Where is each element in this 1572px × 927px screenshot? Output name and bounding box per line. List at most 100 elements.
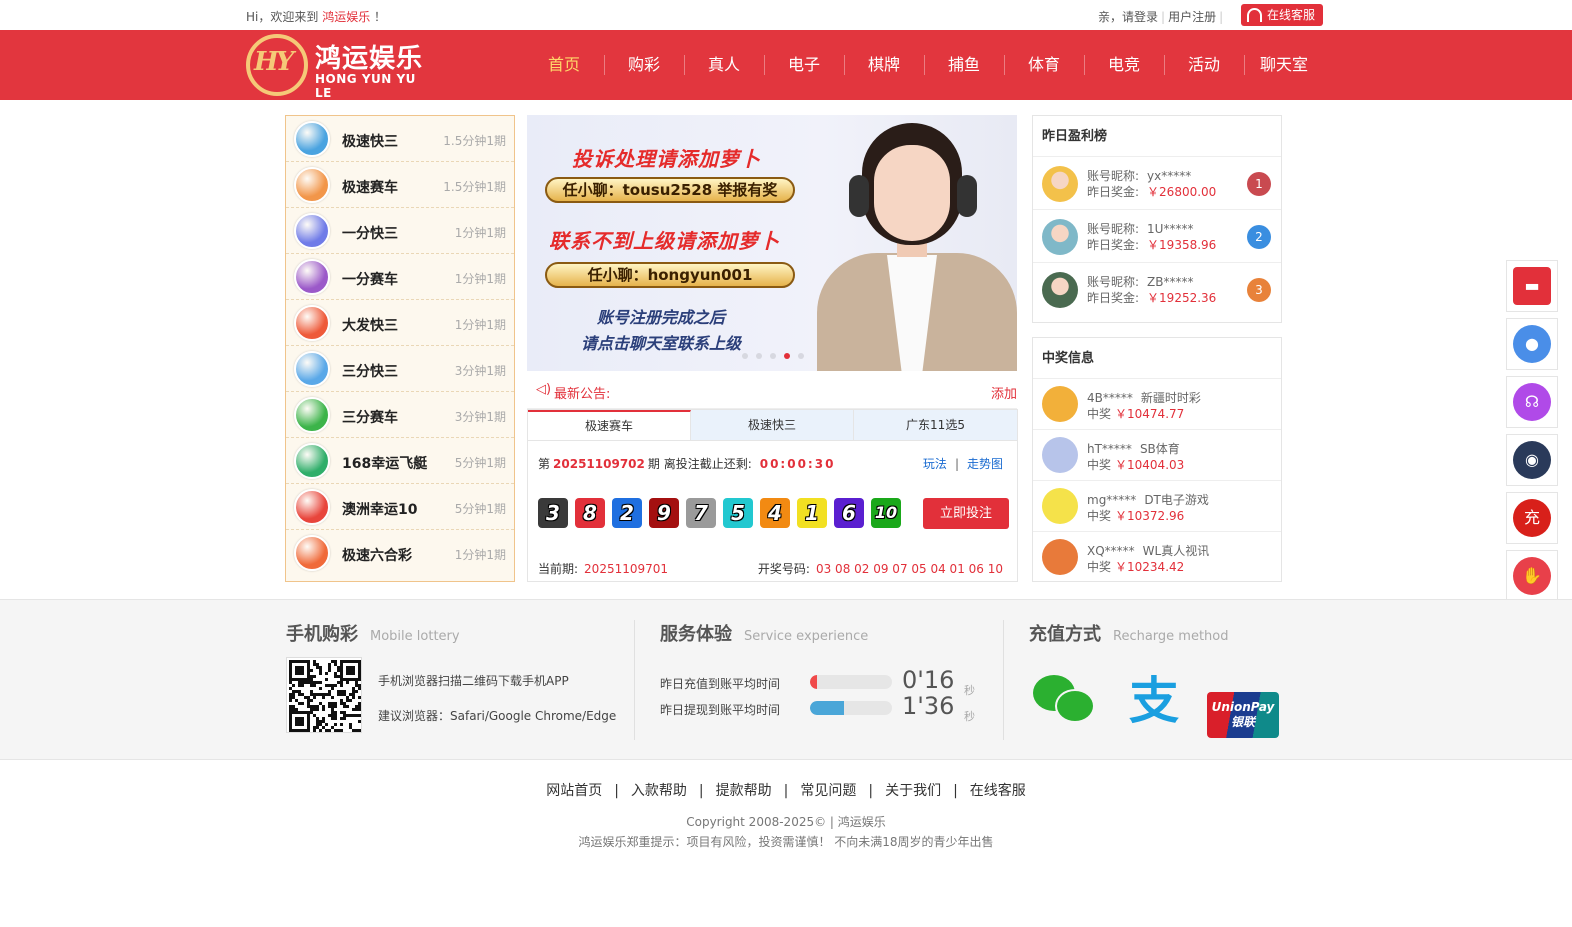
winner-user: hT***** <box>1087 442 1132 456</box>
qr-module <box>325 678 328 681</box>
floating-button[interactable]: 充 <box>1506 492 1558 544</box>
rank-nick: yx***** <box>1147 169 1192 183</box>
qr-module <box>343 717 346 720</box>
qr-module <box>313 696 316 699</box>
top-bar: Hi，欢迎来到 鸿运娱乐 ！ 亲，请登录 | 用户注册 | 在线客服 <box>0 0 1572 30</box>
lottery-icon <box>294 351 330 387</box>
nav-item[interactable]: 活动 <box>1164 30 1244 100</box>
lottery-name: 一分快三 <box>342 226 398 242</box>
winner-amount-line: 中奖 ￥10234.42 <box>1087 558 1184 575</box>
carousel-dot-active[interactable] <box>784 353 790 359</box>
divider: | <box>868 783 874 799</box>
carousel-dot[interactable] <box>770 353 776 359</box>
carousel-dot[interactable] <box>756 353 762 359</box>
logo-en-text: HONG YUN YU LE <box>315 72 416 100</box>
rank-nick-label: 账号昵称: <box>1087 275 1140 289</box>
qr-module <box>355 690 358 693</box>
lottery-name: 一分赛车 <box>342 272 398 288</box>
floating-button[interactable]: ▬ <box>1506 260 1558 312</box>
footer-link[interactable]: 入款帮助 <box>631 783 687 799</box>
floating-button[interactable]: ◉ <box>1506 434 1558 486</box>
winner-won-label: 中奖 <box>1087 509 1112 523</box>
qr-module <box>322 696 325 699</box>
nav-item[interactable]: 购彩 <box>604 30 684 100</box>
qr-module <box>310 669 313 672</box>
nav-item[interactable]: 真人 <box>684 30 764 100</box>
nav-item[interactable]: 首页 <box>524 30 604 100</box>
countdown-timer: 00:00:30 <box>759 457 836 471</box>
login-link[interactable]: 亲，请登录 <box>1098 10 1158 24</box>
lottery-period: 1.5分钟1期 <box>443 180 506 194</box>
welcome-prefix: Hi，欢迎来到 <box>246 10 319 24</box>
welcome-brand-link[interactable]: 鸿运娱乐 <box>322 10 370 24</box>
winner-user-line: hT***** SB体育 <box>1087 440 1180 457</box>
draw-tab[interactable]: 广东11选5 <box>854 410 1017 440</box>
nav-item[interactable]: 棋牌 <box>844 30 924 100</box>
rank-nick: ZB***** <box>1147 275 1194 289</box>
qr-module <box>340 723 343 726</box>
lottery-period: 1分钟1期 <box>454 226 506 240</box>
nav-item[interactable]: 电子 <box>764 30 844 100</box>
lottery-item[interactable]: 极速六合彩 1分钟1期 <box>286 530 514 576</box>
draw-tab[interactable]: 极速赛车 <box>528 410 691 440</box>
qq-icon: ◉ <box>1513 441 1551 479</box>
register-link[interactable]: 用户注册 <box>1168 10 1216 24</box>
qr-module <box>301 684 304 687</box>
banner-carousel[interactable]: 投诉处理请添加萝卜 任小聊：tousu2528 举报有奖 联系不到上级请添加萝卜… <box>527 115 1017 371</box>
floating-button[interactable]: ☊ <box>1506 376 1558 428</box>
notice-marquee[interactable]: 添加 <box>991 383 1017 402</box>
lottery-item[interactable]: 极速快三 1.5分钟1期 <box>286 116 514 162</box>
qr-module <box>313 684 316 687</box>
nav-item[interactable]: 体育 <box>1004 30 1084 100</box>
footer-link[interactable]: 常见问题 <box>800 783 856 799</box>
rank-prize-amount: ￥26800.00 <box>1147 185 1217 199</box>
lottery-item[interactable]: 一分快三 1分钟1期 <box>286 208 514 254</box>
withdraw-time-value: 1'36 <box>902 692 955 720</box>
deposit-time-fill <box>810 675 817 689</box>
deposit-time-value: 0'16 <box>902 666 955 694</box>
site-logo[interactable]: HY 鸿运娱乐 HONG YUN YU LE <box>246 32 436 100</box>
lottery-item[interactable]: 一分赛车 1分钟1期 <box>286 254 514 300</box>
footer-link[interactable]: 关于我们 <box>885 783 941 799</box>
copyright: Copyright 2008-2025© | 鸿运娱乐 <box>686 815 886 829</box>
gift-hands-icon: ✋ <box>1513 557 1551 595</box>
winner-game: SB体育 <box>1139 442 1180 456</box>
floating-button[interactable]: ✋ <box>1506 550 1558 602</box>
lottery-item[interactable]: 三分赛车 3分钟1期 <box>286 392 514 438</box>
nav-item[interactable]: 聊天室 <box>1244 30 1324 100</box>
lottery-item[interactable]: 大发快三 1分钟1期 <box>286 300 514 346</box>
footer-link[interactable]: 网站首页 <box>546 783 602 799</box>
winner-game: DT电子游戏 <box>1144 493 1209 507</box>
footer-link[interactable]: 提款帮助 <box>716 783 772 799</box>
winner-user-line: mg***** DT电子游戏 <box>1087 491 1209 508</box>
rank-badge: 1 <box>1247 172 1271 196</box>
online-service-button[interactable]: 在线客服 <box>1241 4 1323 26</box>
carousel-dot[interactable] <box>798 353 804 359</box>
bet-now-button[interactable]: 立即投注 <box>923 498 1009 529</box>
lottery-name: 极速六合彩 <box>342 548 412 564</box>
qr-module <box>331 696 334 699</box>
lottery-list: 极速快三 1.5分钟1期 极速赛车 1.5分钟1期 一分快三 1分钟1期 一分赛车 1分钟1期… <box>285 115 515 582</box>
lottery-item[interactable]: 澳洲幸运10 5分钟1期 <box>286 484 514 530</box>
issue-info: 第 20251109702 期 离投注截止还剩: 00:00:30 <box>538 455 835 472</box>
nav-item[interactable]: 捕鱼 <box>924 30 1004 100</box>
qr-module <box>301 672 304 675</box>
trend-chart-link[interactable]: 走势图 <box>967 457 1003 471</box>
rank-prize-label: 昨日奖金: <box>1087 238 1140 252</box>
notice-bar: ◁) 最新公告: 添加 <box>527 371 1017 409</box>
rules-link[interactable]: 玩法 <box>923 457 947 471</box>
draw-ball: 10 <box>871 498 901 528</box>
winner-amount: ￥10372.96 <box>1115 509 1185 523</box>
lottery-item[interactable]: 极速赛车 1.5分钟1期 <box>286 162 514 208</box>
qr-module <box>334 723 337 726</box>
nav-item[interactable]: 电竞 <box>1084 30 1164 100</box>
winner-item: XQ***** WL真人视讯 中奖 ￥10234.42 <box>1033 532 1281 583</box>
footer-link[interactable]: 在线客服 <box>970 783 1026 799</box>
issue-prefix: 第 <box>538 457 551 471</box>
floating-button[interactable]: ● <box>1506 318 1558 370</box>
lottery-item[interactable]: 三分快三 3分钟1期 <box>286 346 514 392</box>
qr-module <box>352 672 355 675</box>
lottery-item[interactable]: 168幸运飞艇 5分钟1期 <box>286 438 514 484</box>
carousel-dot[interactable] <box>742 353 748 359</box>
draw-tab[interactable]: 极速快三 <box>691 410 854 440</box>
